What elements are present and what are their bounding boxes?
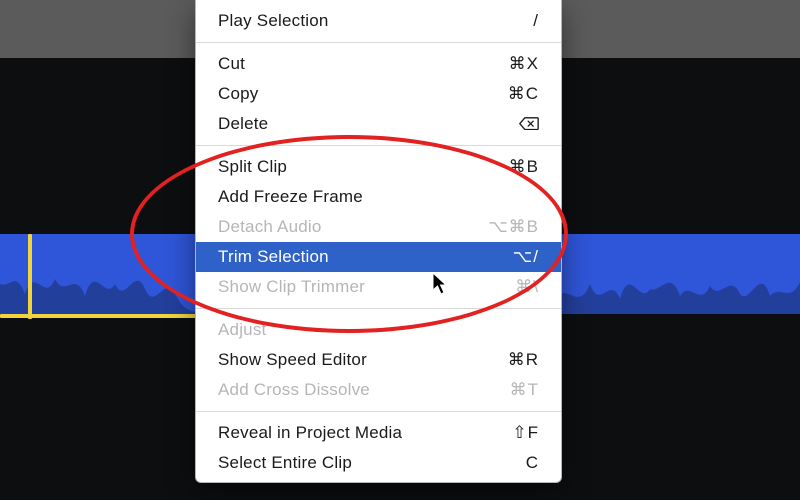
menu-item-shortcut: ⌘\ (515, 276, 539, 298)
context-menu: Play Selection / Cut ⌘X Copy ⌘C Delete S… (195, 0, 562, 483)
menu-item-label: Reveal in Project Media (218, 422, 402, 444)
menu-item-trim-selection[interactable]: Trim Selection ⌥/ (196, 242, 561, 272)
menu-item-shortcut: ⌥/ (513, 246, 539, 268)
menu-separator (196, 308, 561, 309)
menu-separator (196, 145, 561, 146)
menu-item-shortcut: C (526, 452, 539, 474)
menu-item-label: Copy (218, 83, 259, 105)
menu-item-show-clip-trimmer: Show Clip Trimmer ⌘\ (196, 272, 561, 302)
menu-item-label: Delete (218, 113, 268, 135)
menu-item-label: Add Freeze Frame (218, 186, 363, 208)
menu-item-cut[interactable]: Cut ⌘X (196, 49, 561, 79)
menu-item-shortcut: ⇧F (512, 422, 539, 444)
menu-item-play-selection[interactable]: Play Selection / (196, 0, 561, 36)
backspace-icon (519, 117, 539, 131)
menu-item-shortcut: ⌘T (510, 379, 539, 401)
menu-item-show-speed-editor[interactable]: Show Speed Editor ⌘R (196, 345, 561, 375)
menu-item-label: Show Speed Editor (218, 349, 367, 371)
menu-item-add-cross-dissolve: Add Cross Dissolve ⌘T (196, 375, 561, 405)
timeline-selection-bar[interactable] (0, 314, 200, 318)
menu-item-label: Cut (218, 53, 245, 75)
menu-item-shortcut: ⌥⌘B (488, 216, 539, 238)
menu-item-label: Adjust (218, 319, 266, 341)
editor-viewport: Play Selection / Cut ⌘X Copy ⌘C Delete S… (0, 0, 800, 500)
menu-item-shortcut: ⌘B (509, 156, 539, 178)
menu-item-label: Detach Audio (218, 216, 322, 238)
timeline-playhead[interactable] (28, 234, 32, 319)
menu-item-adjust: Adjust (196, 315, 561, 345)
menu-item-label: Add Cross Dissolve (218, 379, 370, 401)
menu-item-split-clip[interactable]: Split Clip ⌘B (196, 152, 561, 182)
menu-separator (196, 411, 561, 412)
menu-item-label: Trim Selection (218, 246, 329, 268)
menu-item-reveal-in-project-media[interactable]: Reveal in Project Media ⇧F (196, 418, 561, 448)
menu-item-label: Show Clip Trimmer (218, 276, 365, 298)
menu-item-shortcut (519, 117, 539, 131)
menu-item-label: Play Selection (218, 10, 329, 32)
menu-item-add-freeze-frame[interactable]: Add Freeze Frame (196, 182, 561, 212)
menu-item-label: Split Clip (218, 156, 287, 178)
menu-item-shortcut: / (533, 10, 539, 32)
menu-separator (196, 42, 561, 43)
menu-item-select-entire-clip[interactable]: Select Entire Clip C (196, 448, 561, 478)
menu-item-shortcut: ⌘X (509, 53, 539, 75)
menu-item-copy[interactable]: Copy ⌘C (196, 79, 561, 109)
menu-item-label: Select Entire Clip (218, 452, 352, 474)
menu-item-detach-audio: Detach Audio ⌥⌘B (196, 212, 561, 242)
menu-item-delete[interactable]: Delete (196, 109, 561, 139)
menu-item-shortcut: ⌘C (508, 83, 539, 105)
menu-item-shortcut: ⌘R (508, 349, 539, 371)
